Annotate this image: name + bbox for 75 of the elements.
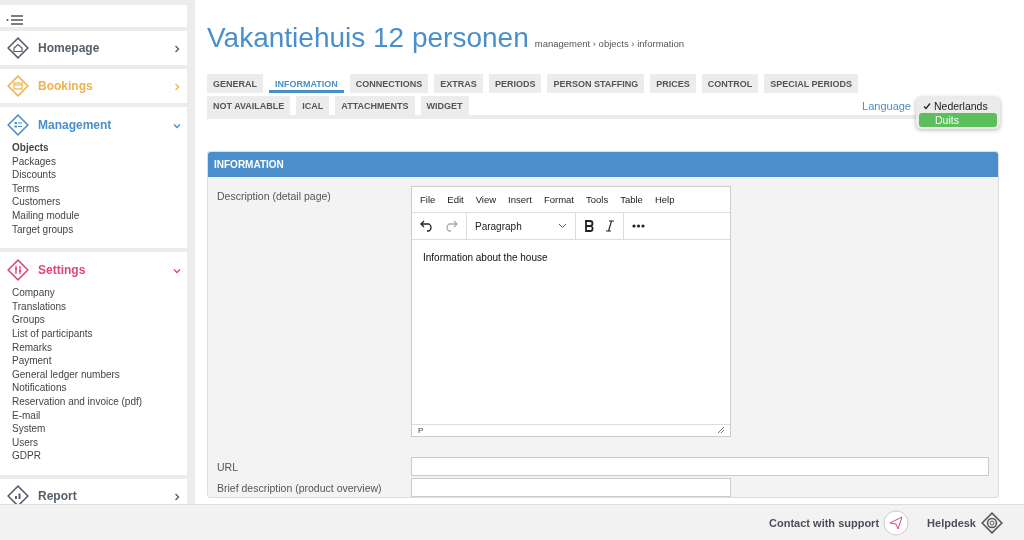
tab[interactable]: CONTROL [701,74,759,93]
sidebar-item[interactable]: E-mail [6,408,181,423]
block-format-select[interactable]: Paragraph [475,220,567,232]
field-label: Description (detail page) [217,189,332,204]
tab[interactable]: CONNECTIONS [349,74,429,93]
lifebuoy-icon[interactable] [980,510,1004,535]
italic-icon[interactable] [605,220,615,232]
sidebar-item[interactable]: Translations [6,299,181,314]
tab[interactable]: SPECIAL PERIODS [764,74,859,93]
rich-text-editor[interactable]: File Edit View Insert Format Tools Table Help Paragraph Information about the house P [411,186,731,437]
sidebar-section-title[interactable]: Settings [38,263,165,278]
page-title: Vakantiehuis 12 personen [207,22,529,54]
tab[interactable]: WIDGET [420,96,469,115]
resize-handle-icon[interactable] [717,426,724,433]
tab[interactable]: PRICES [650,74,696,93]
editor-menu-item[interactable]: Format [543,194,574,205]
panel-header: INFORMATION [208,152,998,177]
sidebar-item[interactable]: System [6,422,181,436]
language-label[interactable]: Language [862,99,911,112]
editor-menu-item[interactable]: Tools [585,194,609,205]
chevron-right-icon[interactable] [173,492,181,501]
calendar-icon [6,74,30,98]
sidebar-item[interactable]: Groups [6,313,181,327]
tab[interactable]: PERSON STAFFING [547,74,645,93]
editor-menu-item[interactable]: Insert [508,194,532,205]
editor-menu-item[interactable]: Edit [447,194,464,205]
breadcrumb: management › objects › information [534,38,685,49]
sidebar-item[interactable]: List of participants [6,326,181,341]
chevron-down-icon[interactable] [173,267,181,276]
sidebar-item[interactable]: Company [6,286,181,300]
editor-menu-item[interactable]: View [475,194,497,205]
sidebar-item[interactable]: Target groups [6,222,181,237]
sidebar-item[interactable]: Customers [6,195,181,209]
element-path: P [418,426,424,435]
tab[interactable]: GENERAL [207,74,263,93]
text-field[interactable] [411,478,731,497]
list-icon [6,113,30,137]
field-label: URL [217,460,239,475]
more-icon[interactable] [632,224,645,228]
helpdesk-link[interactable]: Helpdesk [927,516,976,529]
menu-icon[interactable] [6,15,24,25]
sidebar-item[interactable]: Notifications [6,381,181,395]
editor-content[interactable]: Information about the house [412,240,730,424]
house-icon [6,36,30,60]
sidebar-item[interactable]: General ledger numbers [6,367,181,382]
chevron-down-icon[interactable] [173,122,181,130]
editor-menu-item[interactable]: Help [654,194,675,205]
editor-menu-item[interactable]: File [420,194,436,205]
sidebar-item[interactable]: GDPR [6,449,181,463]
sidebar-item[interactable]: Packages [6,154,181,169]
support-link[interactable]: Contact with support [769,516,880,529]
editor-menu-item[interactable]: Table [620,194,643,205]
sidebar-item[interactable]: Discounts [6,168,181,182]
field-label: Brief description (product overview) [217,481,383,496]
sidebar-item[interactable]: Users [6,435,181,450]
bold-icon[interactable] [584,220,595,232]
sidebar-item[interactable]: Mailing module [6,208,181,223]
sidebar-item[interactable]: Payment [6,354,181,368]
tab[interactable]: ATTACHMENTS [335,96,415,115]
caret-icon [558,223,567,229]
tab[interactable]: NOT AVAILABLE [207,96,291,115]
tab[interactable]: ICAL [296,96,330,115]
tab[interactable]: EXTRAS [434,74,483,93]
tab[interactable]: PERIODS [488,74,542,93]
undo-icon[interactable] [420,220,434,232]
sidebar-item[interactable]: Remarks [6,340,181,355]
sidebar-item[interactable]: Reservation and invoice (pdf) [6,394,181,409]
chevron-right-icon[interactable] [173,45,181,53]
text-field[interactable] [411,457,989,476]
sliders-icon [6,258,30,283]
sidebar-item[interactable]: Objects [6,141,181,155]
redo-icon[interactable] [444,220,458,232]
paper-plane-icon[interactable] [883,509,910,536]
language-option[interactable]: Nederlands [919,99,997,113]
sidebar-item[interactable]: Terms [6,181,181,196]
